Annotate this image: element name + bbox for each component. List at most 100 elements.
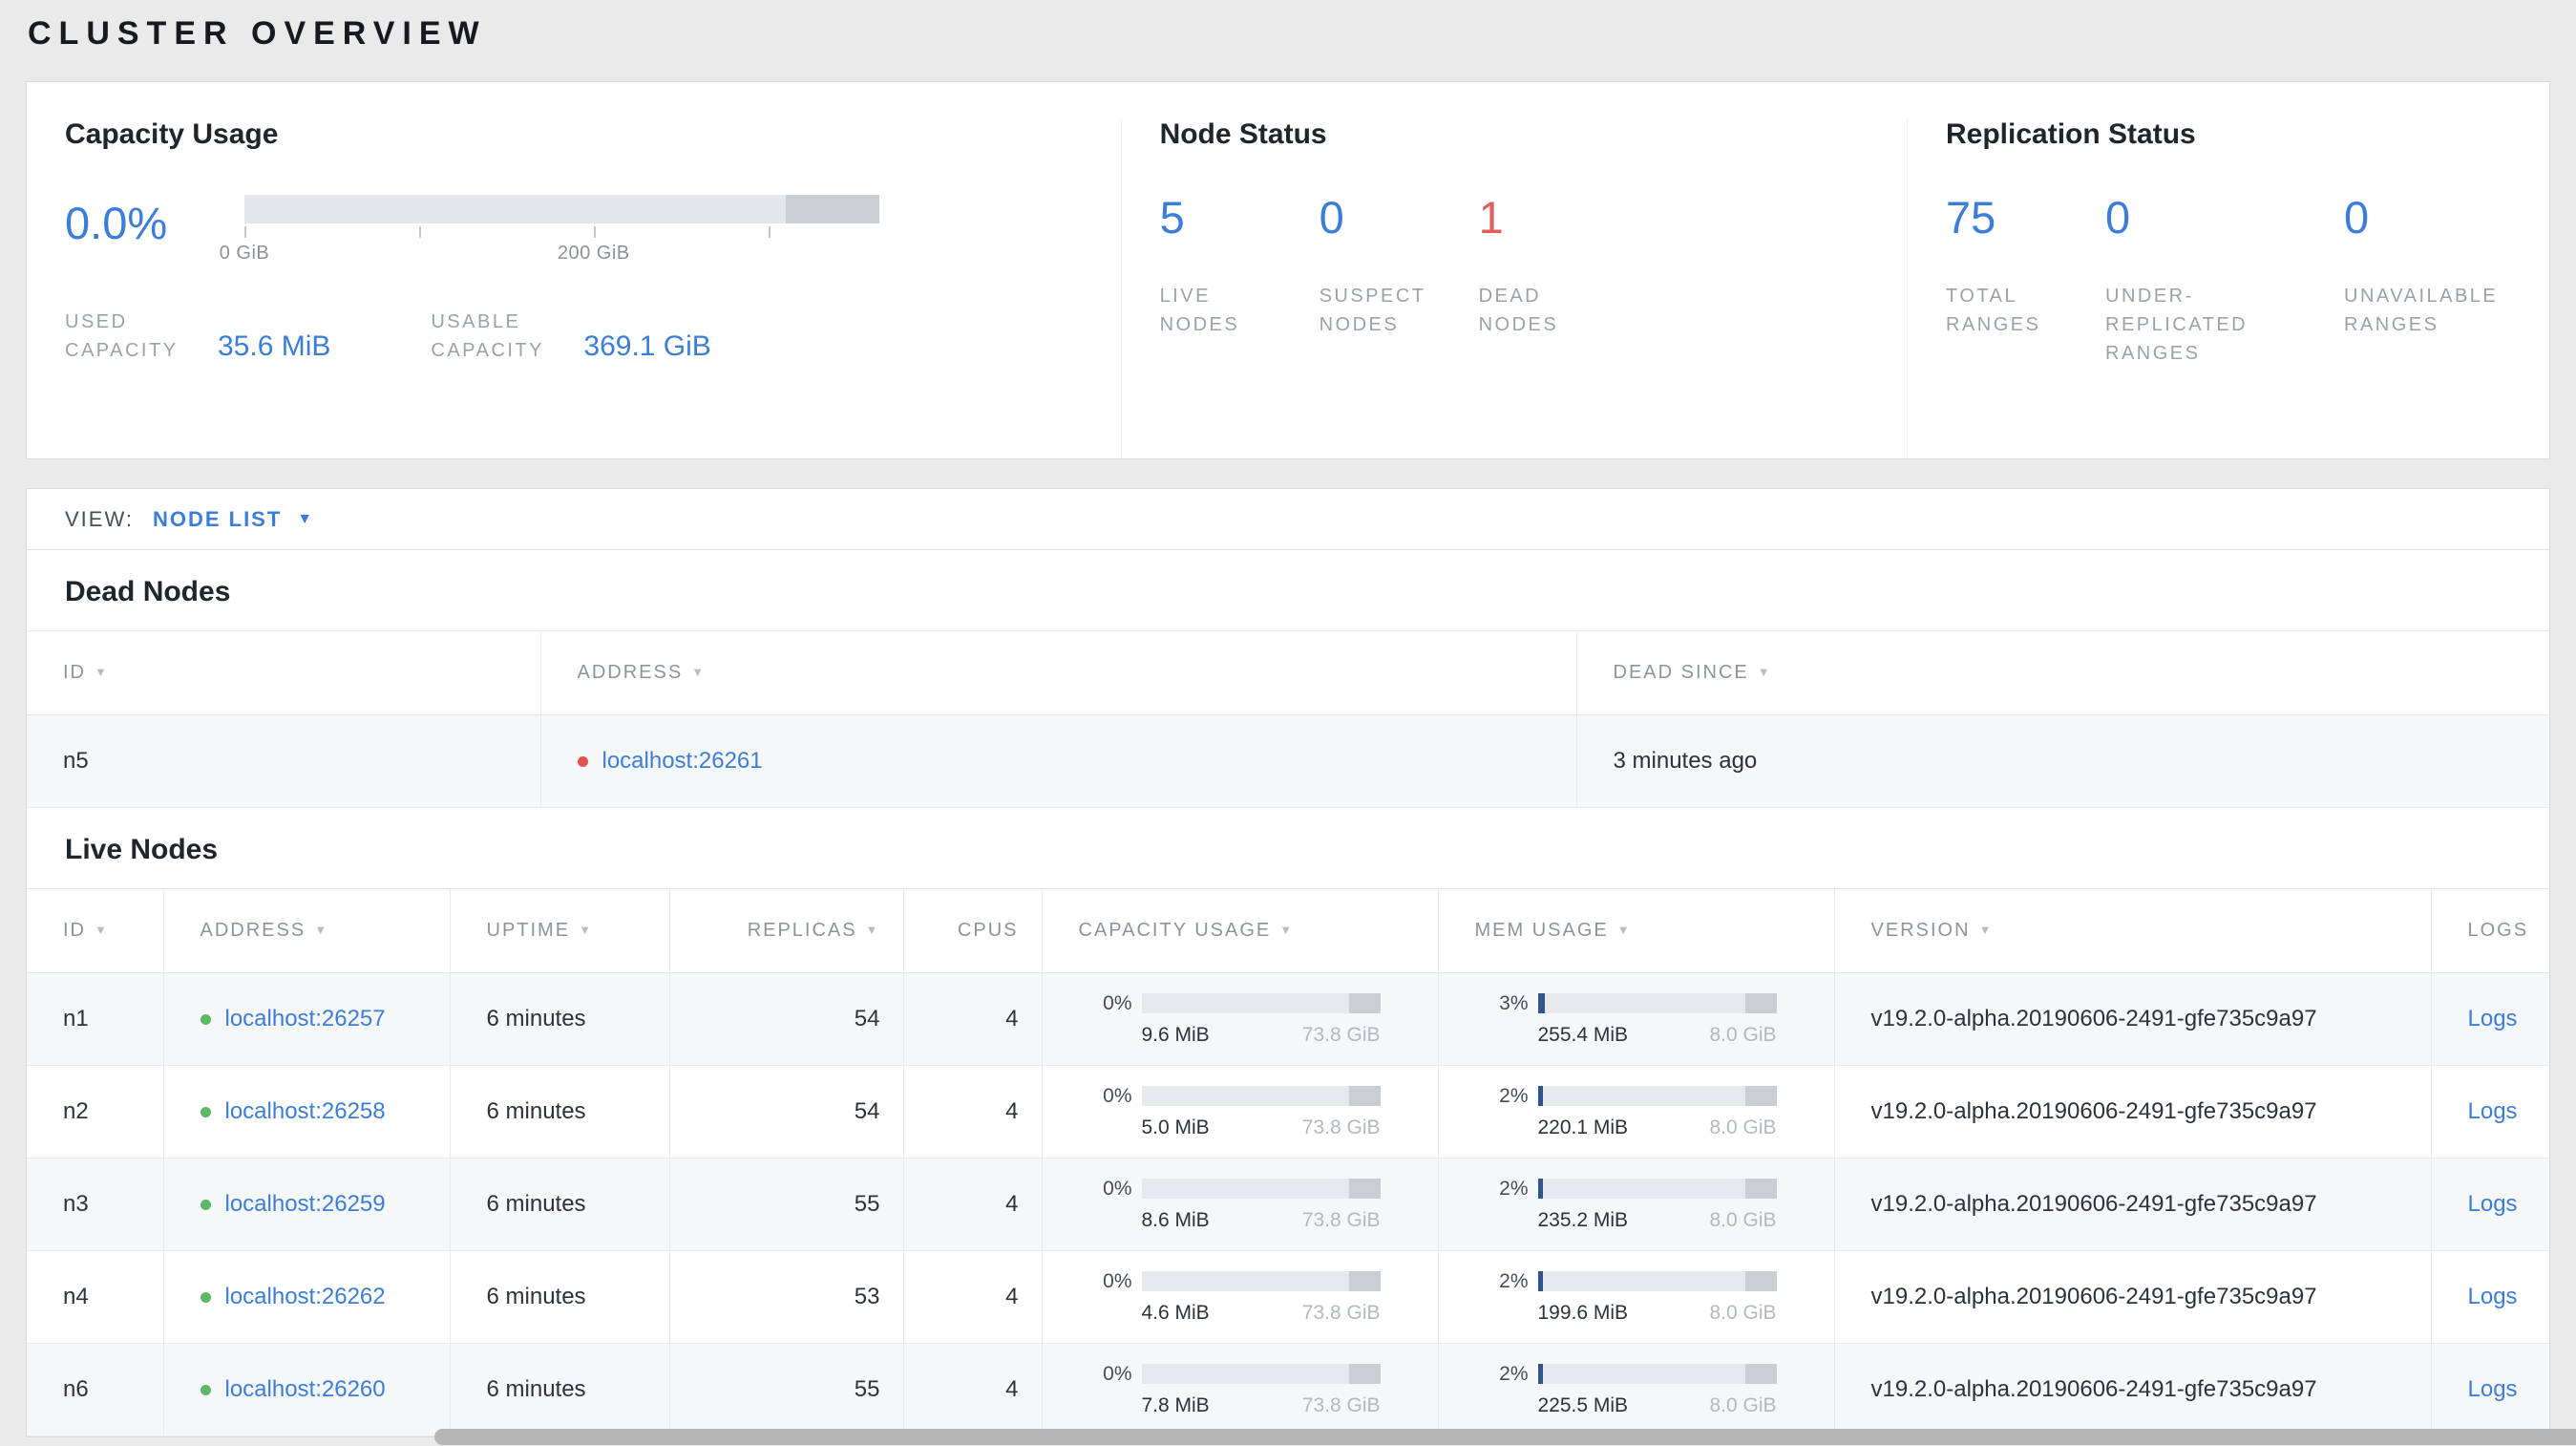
capacity-usage-bar [244, 195, 879, 223]
capacity-percent-label: 0% [1103, 1269, 1132, 1292]
horizontal-scrollbar-thumb[interactable] [434, 1429, 2576, 1445]
node-address-link[interactable]: localhost:26262 [225, 1284, 386, 1309]
mem-total-value: 8.0 GiB [1709, 1208, 1777, 1231]
logs-link[interactable]: Logs [2468, 1191, 2518, 1217]
dead-status-dot-icon [577, 756, 588, 767]
live-col-address[interactable]: ADDRESS ▼ [163, 888, 451, 973]
capacity-used-value: 8.6 MiB [1141, 1208, 1210, 1231]
node-logs-cell: Logs [2431, 972, 2549, 1066]
axis-tick [244, 226, 246, 238]
capacity-used-value: 5.0 MiB [1141, 1116, 1210, 1138]
view-selected-value: NODE LIST [152, 506, 283, 531]
axis-tick [418, 226, 421, 238]
node-address-cell: localhost:26259 [163, 1158, 451, 1251]
mem-used-value: 255.4 MiB [1537, 1023, 1629, 1046]
node-version-cell: v19.2.0-alpha.20190606-2491-gfe735c9a97 [1834, 1250, 2432, 1344]
capacity-total-value: 73.8 GiB [1301, 1393, 1381, 1416]
node-capacity-usage-cell: 0% 9.6 MiB 73.8 GiB [1042, 972, 1439, 1066]
live-col-replicas[interactable]: REPLICAS ▼ [669, 888, 904, 973]
dead-col-dead-since[interactable]: DEAD SINCE ▼ [1576, 630, 2549, 715]
logs-link[interactable]: Logs [2468, 1376, 2518, 1402]
sort-arrow-icon: ▼ [1616, 923, 1632, 937]
node-address-link[interactable]: localhost:26260 [225, 1376, 386, 1402]
view-label: VIEW: [65, 506, 134, 531]
node-version-cell: v19.2.0-alpha.20190606-2491-gfe735c9a97 [1834, 1343, 2432, 1436]
axis-tick-label: 200 GiB [557, 243, 630, 264]
dead-col-address[interactable]: ADDRESS ▼ [540, 630, 1577, 715]
capacity-used-value: 9.6 MiB [1141, 1023, 1210, 1046]
dead-nodes-heading: Dead Nodes [65, 576, 231, 607]
live-col-cpus: CPUS [903, 888, 1043, 973]
view-selector-dropdown[interactable]: VIEW: NODE LIST ▼ [27, 489, 2549, 550]
live-col-id[interactable]: ID ▼ [27, 888, 164, 973]
capacity-bar-secondary [1349, 1179, 1381, 1199]
node-replicas-cell: 53 [669, 1250, 904, 1344]
live-col-logs: LOGS [2431, 888, 2549, 973]
node-id-cell: n2 [27, 1065, 164, 1159]
cluster-overview-page: CLUSTER OVERVIEW Capacity Usage 0.0% 0 G… [0, 0, 2576, 1437]
under-replicated-ranges-stat: 0 UNDER-REPLICATED RANGES [2105, 195, 2344, 368]
live-nodes-stat: 5 LIVE NODES [1160, 195, 1320, 339]
dead-col-id[interactable]: ID ▼ [27, 630, 541, 715]
mem-bar-used [1537, 1179, 1543, 1199]
mem-used-value: 235.2 MiB [1537, 1208, 1629, 1231]
node-address-link[interactable]: localhost:26258 [225, 1098, 386, 1124]
capacity-usage-bar [1141, 1271, 1381, 1291]
live-col-mem-usage[interactable]: MEM USAGE ▼ [1438, 888, 1835, 973]
axis-tick [593, 226, 596, 238]
logs-link[interactable]: Logs [2468, 1006, 2518, 1031]
mem-usage-bar [1537, 1271, 1777, 1291]
under-replicated-ranges-count: 0 [2105, 192, 2131, 243]
node-cpus-cell: 4 [903, 1065, 1043, 1159]
under-replicated-ranges-label: UNDER-REPLICATED RANGES [2105, 286, 2249, 364]
mem-bar-secondary [1745, 993, 1777, 1013]
node-mem-usage-cell: 2% 235.2 MiB 8.0 GiB [1438, 1158, 1835, 1251]
live-col-version[interactable]: VERSION ▼ [1834, 888, 2432, 973]
mem-bar-secondary [1745, 1271, 1777, 1291]
live-col-capacity-usage[interactable]: CAPACITY USAGE ▼ [1042, 888, 1439, 973]
mem-usage-bar [1537, 1179, 1777, 1199]
node-capacity-usage-cell: 0% 4.6 MiB 73.8 GiB [1042, 1250, 1439, 1344]
used-capacity-value: 35.6 MiB [218, 330, 331, 362]
node-id-cell: n4 [27, 1250, 164, 1344]
capacity-bar-secondary [1349, 1364, 1381, 1384]
live-col-uptime[interactable]: UPTIME ▼ [450, 888, 670, 973]
capacity-usage-bar [1141, 1179, 1381, 1199]
node-address-link[interactable]: localhost:26259 [225, 1191, 386, 1217]
suspect-nodes-stat: 0 SUSPECT NODES [1320, 195, 1479, 339]
node-address-cell: localhost:26260 [163, 1343, 451, 1436]
dead-node-address-link[interactable]: localhost:26261 [602, 748, 763, 774]
capacity-usage-bar [1141, 1364, 1381, 1384]
node-address-link[interactable]: localhost:26257 [225, 1006, 386, 1031]
mem-percent-label: 3% [1499, 991, 1529, 1014]
node-uptime-cell: 6 minutes [450, 1158, 670, 1251]
total-ranges-stat: 75 TOTAL RANGES [1946, 195, 2105, 368]
node-id-cell: n1 [27, 972, 164, 1066]
sort-arrow-icon: ▼ [1978, 923, 1994, 937]
capacity-total-value: 73.8 GiB [1301, 1116, 1381, 1138]
node-id-cell: n3 [27, 1158, 164, 1251]
live-node-row: n1 localhost:26257 6 minutes 54 4 0% 9.6… [27, 972, 2549, 1066]
capacity-usage-bar [1141, 993, 1381, 1013]
axis-tick [768, 226, 771, 238]
node-status-section: Node Status 5 LIVE NODES 0 SUSPECT NODES… [1120, 118, 1907, 458]
logs-link[interactable]: Logs [2468, 1284, 2518, 1309]
dead-node-row: n5 localhost:26261 3 minutes ago [27, 714, 2549, 808]
mem-used-value: 220.1 MiB [1537, 1116, 1629, 1138]
mem-total-value: 8.0 GiB [1709, 1116, 1777, 1138]
live-nodes-header-row: ID ▼ ADDRESS ▼ UPTIME ▼ REPLICAS ▼ CPUS CAPA… [27, 888, 2549, 973]
capacity-bar-axis: 0 GiB 200 GiB [220, 223, 879, 271]
mem-used-value: 199.6 MiB [1537, 1301, 1629, 1324]
mem-percent-label: 2% [1499, 1362, 1529, 1385]
caret-down-icon: ▼ [297, 510, 313, 527]
node-address-cell: localhost:26258 [163, 1065, 451, 1159]
node-replicas-cell: 55 [669, 1343, 904, 1436]
live-status-dot-icon [200, 1200, 211, 1210]
mem-used-value: 225.5 MiB [1537, 1393, 1629, 1416]
mem-bar-secondary [1745, 1179, 1777, 1199]
logs-link[interactable]: Logs [2468, 1098, 2518, 1124]
node-status-title: Node Status [1159, 118, 1327, 150]
node-logs-cell: Logs [2431, 1065, 2549, 1159]
node-uptime-cell: 6 minutes [450, 1065, 670, 1159]
live-status-dot-icon [200, 1014, 211, 1025]
